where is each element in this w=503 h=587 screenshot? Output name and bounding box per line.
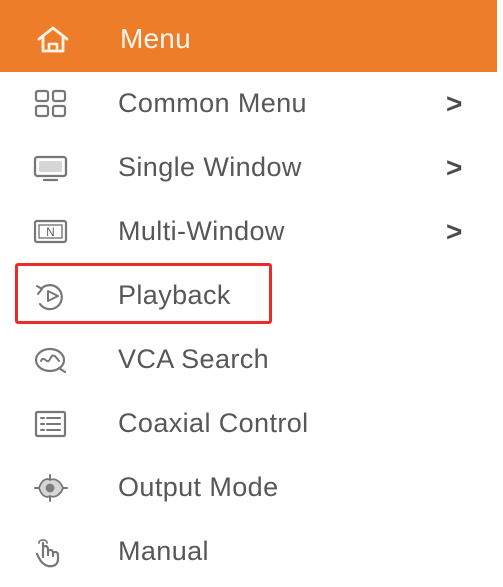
menu-item-manual[interactable]: Manual bbox=[0, 520, 497, 584]
home-icon bbox=[35, 24, 71, 54]
menu-header[interactable]: Menu bbox=[0, 0, 497, 72]
menu-item-label: Output Mode bbox=[118, 472, 279, 502]
menu-item-label: Single Window bbox=[118, 152, 302, 182]
vca-search-icon bbox=[32, 343, 70, 377]
multi-window-icon: N bbox=[32, 215, 70, 249]
menu-item-output-mode[interactable]: Output Mode bbox=[0, 456, 497, 520]
output-mode-icon bbox=[32, 471, 70, 505]
menu-item-common-menu[interactable]: Common Menu > bbox=[0, 72, 497, 136]
hand-icon bbox=[32, 535, 70, 569]
menu-item-multi-window[interactable]: N Multi-Window > bbox=[0, 200, 497, 264]
menu-item-vca-search[interactable]: VCA Search bbox=[0, 328, 497, 392]
menu-item-coaxial-control[interactable]: Coaxial Control bbox=[0, 392, 497, 456]
chevron-right-icon: > bbox=[446, 216, 463, 247]
menu-item-label: Manual bbox=[118, 536, 209, 566]
menu-item-label: Common Menu bbox=[118, 88, 307, 118]
menu-item-label: Playback bbox=[118, 280, 231, 310]
menu-item-single-window[interactable]: Single Window > bbox=[0, 136, 497, 200]
list-icon bbox=[32, 407, 70, 441]
context-menu: Menu Common Menu > Single Window > N Mul… bbox=[0, 0, 503, 587]
menu-item-label: VCA Search bbox=[118, 344, 270, 374]
menu-item-label: Coaxial Control bbox=[118, 408, 309, 438]
menu-item-label: Multi-Window bbox=[118, 216, 285, 246]
menu-title: Menu bbox=[120, 23, 191, 54]
chevron-right-icon: > bbox=[446, 152, 463, 183]
multi-window-icon-text: N bbox=[46, 225, 55, 239]
playback-icon bbox=[32, 279, 70, 313]
chevron-right-icon: > bbox=[446, 88, 463, 119]
menu-item-playback[interactable]: Playback bbox=[0, 264, 497, 328]
grid-icon bbox=[32, 87, 70, 121]
monitor-icon bbox=[32, 151, 70, 185]
